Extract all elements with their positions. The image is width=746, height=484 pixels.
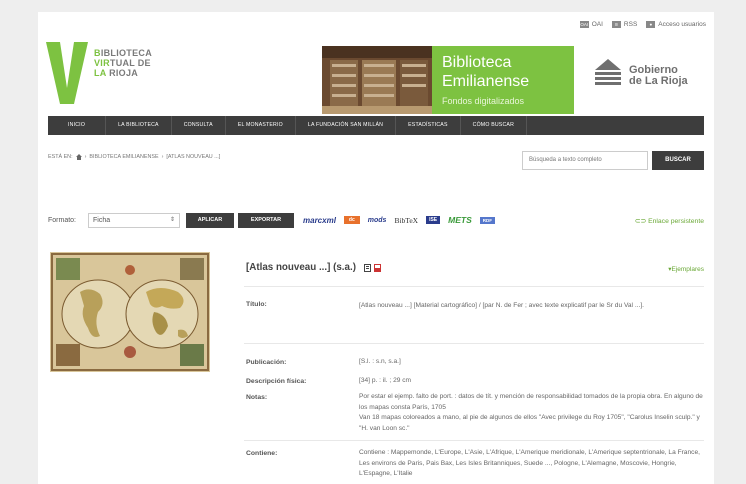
nav-item-estadisticas[interactable]: ESTADÍSTICAS <box>396 116 461 135</box>
field-value-publicacion: [S.l. : s.n, s.a.] <box>359 358 401 365</box>
nav-item-inicio[interactable]: INICIO <box>48 116 107 135</box>
nav-item-fundacion[interactable]: LA FUNDACIÓN SAN MILLÁN <box>296 116 397 135</box>
map-thumbnail[interactable] <box>50 252 210 372</box>
rss-link[interactable]: ≋ RSS <box>611 21 637 28</box>
export-formats: marcxml dc mods BibTeX ISE METS RDF <box>303 212 496 228</box>
main-nav: INICIO LA BIBLIOTECA CONSULTA EL MONASTE… <box>48 116 704 135</box>
divider <box>244 440 704 441</box>
ejemplares-link[interactable]: ▾Ejemplares <box>668 265 704 273</box>
page: OAI OAI ≋ RSS ● Acceso usuarios BIBLIOTECA … <box>38 12 714 484</box>
banner-title-2: Emilianense <box>442 73 530 90</box>
bibtex-format-icon[interactable]: BibTeX <box>394 216 418 225</box>
select-chevron-icon: ⇕ <box>169 217 175 223</box>
export-button[interactable]: EXPORTAR <box>238 213 294 228</box>
top-links: OAI OAI ≋ RSS ● Acceso usuarios <box>579 21 706 28</box>
biblioteca-logo-icon[interactable] <box>46 42 88 104</box>
breadcrumb-biblioteca[interactable]: BIBLIOTECA EMILIANENSE <box>89 154 158 160</box>
library-photo <box>322 46 432 114</box>
format-select[interactable]: Ficha ⇕ <box>88 213 180 228</box>
record-view-icon[interactable] <box>363 263 371 272</box>
biblioteca-logo-text[interactable]: BIBLIOTECA VIRTUAL DE LA RIOJA <box>94 48 152 78</box>
apply-button[interactable]: APLICAR <box>186 213 234 228</box>
oai-icon: OAI <box>579 21 589 28</box>
field-label-descripcion: Descripción física: <box>246 378 307 385</box>
banner-title-1: Biblioteca <box>442 54 512 71</box>
search-button[interactable]: BUSCAR <box>652 151 704 170</box>
dc-format-icon[interactable]: dc <box>343 216 360 224</box>
rdf-format-icon[interactable]: RDF <box>479 216 496 224</box>
mets-format-icon[interactable]: METS <box>448 215 472 225</box>
field-label-contiene: Contiene: <box>246 450 278 457</box>
field-label-publicacion: Publicación: <box>246 359 287 366</box>
divider <box>244 286 704 287</box>
field-value-titulo: [Atlas nouveau ...] [Material cartográfi… <box>359 302 645 309</box>
users-link[interactable]: ● Acceso usuarios <box>646 21 706 28</box>
breadcrumb-current: [ATLAS NOUVEAU ...] <box>166 154 221 160</box>
oai-link[interactable]: OAI OAI <box>579 21 603 28</box>
ise-format-icon[interactable]: ISE <box>426 216 441 224</box>
marcxml-format-icon[interactable]: marcxml <box>303 216 336 225</box>
field-value-descripcion: [34] p. : il. ; 29 cm <box>359 377 412 384</box>
format-label: Formato: <box>48 217 77 224</box>
field-label-notas: Notas: <box>246 394 268 401</box>
divider <box>244 343 704 344</box>
banner-subtitle: Fondos digitalizados <box>442 96 525 106</box>
user-icon: ● <box>646 21 656 28</box>
field-label-titulo: Título: <box>246 301 267 308</box>
rss-icon: ≋ <box>611 21 621 28</box>
record-title: [Atlas nouveau ...] (s.a.) <box>246 262 381 273</box>
banner: Biblioteca Emilianense Fondos digitaliza… <box>432 46 574 114</box>
breadcrumb: ESTÁ EN: › BIBLIOTECA EMILIANENSE › [ATL… <box>48 154 221 160</box>
gobierno-crest-icon[interactable] <box>591 56 625 86</box>
nav-item-como-buscar[interactable]: CÓMO BUSCAR <box>461 116 528 135</box>
nav-item-biblioteca[interactable]: LA BIBLIOTECA <box>106 116 172 135</box>
pdf-icon[interactable] <box>373 263 381 272</box>
permalink[interactable]: ⊂⊃ Enlace persistente <box>635 217 704 225</box>
field-value-contiene: Contiene : Mappemonde, L'Europe, L'Asie,… <box>359 449 700 477</box>
home-icon[interactable] <box>75 154 82 160</box>
nav-item-monasterio[interactable]: EL MONASTERIO <box>226 116 296 135</box>
mods-format-icon[interactable]: mods <box>368 217 387 224</box>
link-icon: ⊂⊃ <box>634 218 649 225</box>
field-value-notas: Por estar el ejemp. falto de port. : dat… <box>359 393 703 432</box>
gobierno-logo-text[interactable]: Gobierno de La Rioja <box>629 65 688 87</box>
nav-item-consulta[interactable]: CONSULTA <box>172 116 226 135</box>
search-input[interactable]: Búsqueda a texto completo <box>522 151 648 170</box>
